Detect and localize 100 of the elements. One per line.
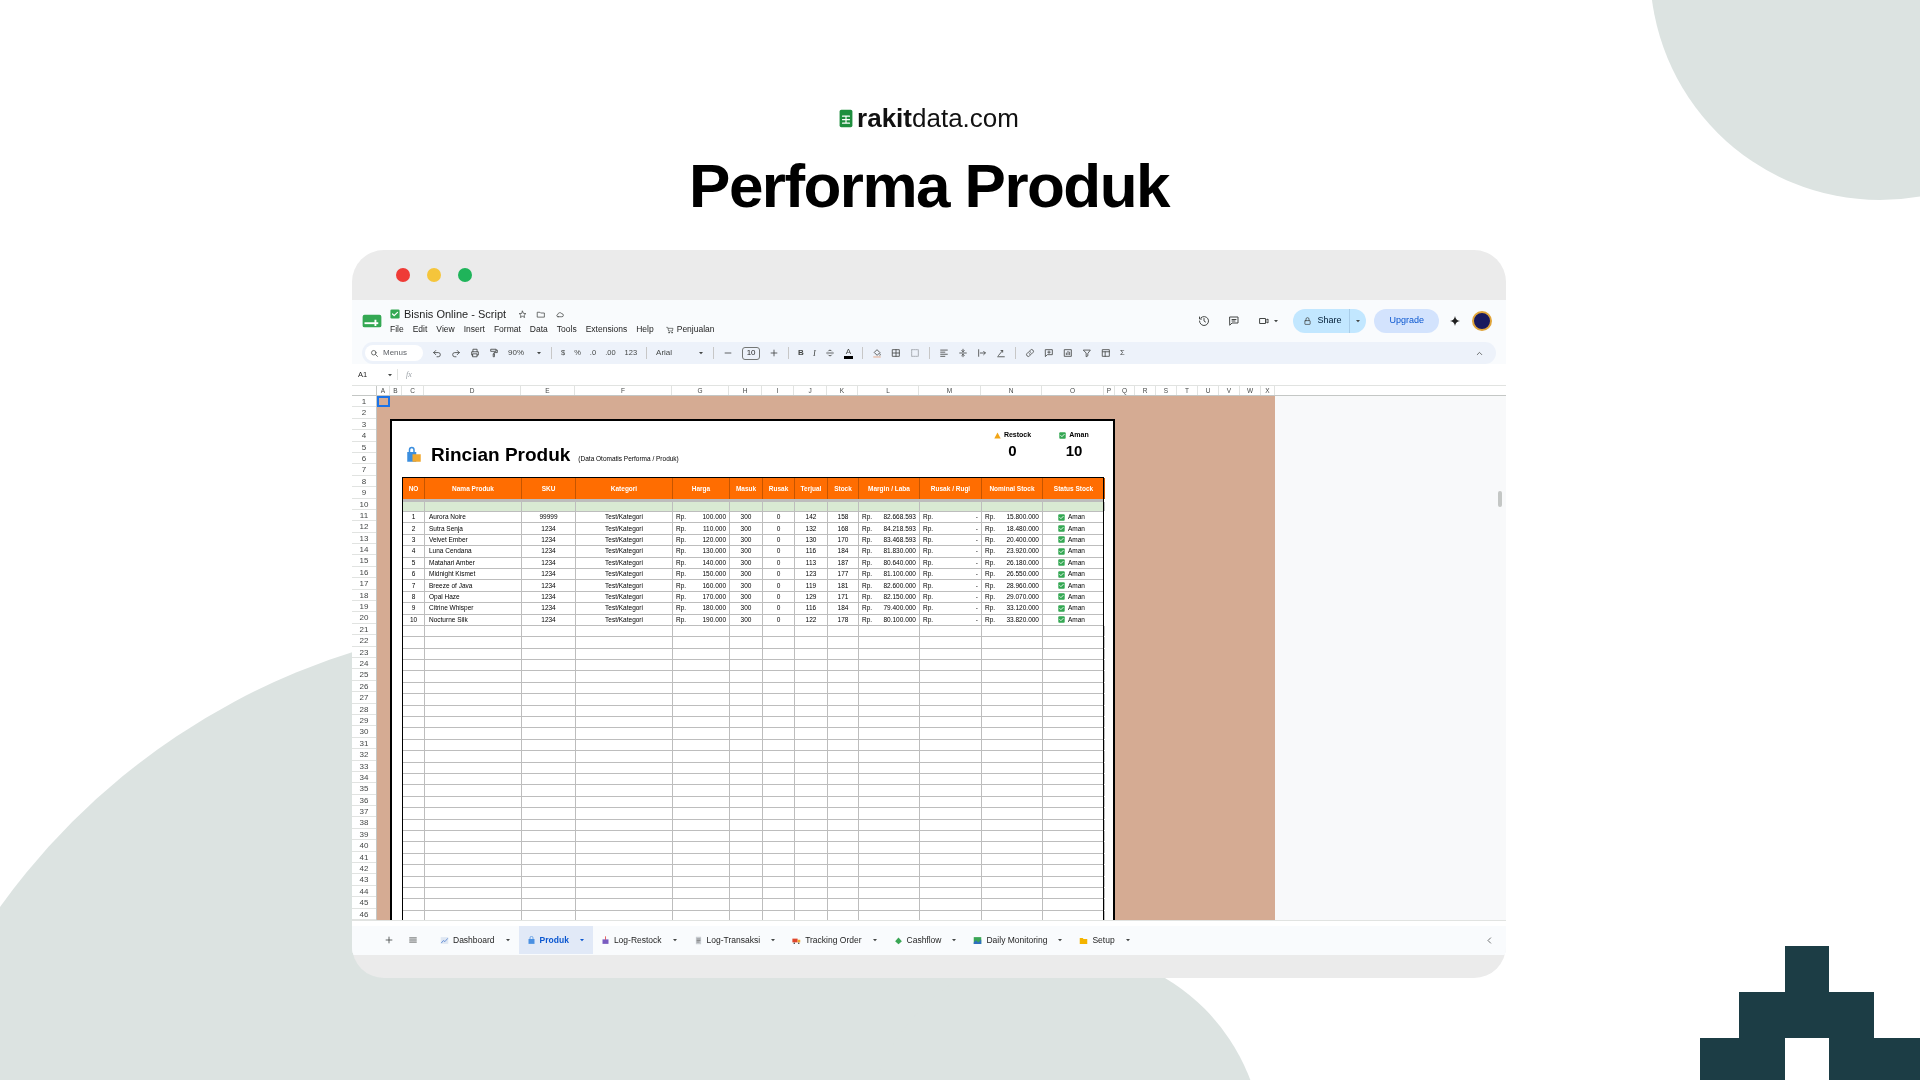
menu-search-field[interactable]: Menus bbox=[365, 345, 423, 361]
row-header[interactable]: 37 bbox=[352, 806, 376, 818]
sheet-tab[interactable]: Dashboard bbox=[432, 926, 519, 954]
row-header[interactable]: 41 bbox=[352, 851, 376, 863]
zoom-select[interactable]: 90% bbox=[508, 347, 542, 359]
row-header[interactable]: 22 bbox=[352, 635, 376, 647]
row-header[interactable]: 14 bbox=[352, 544, 376, 556]
row-header[interactable]: 11 bbox=[352, 509, 376, 522]
strikethrough-icon[interactable] bbox=[824, 348, 835, 358]
add-sheet-icon[interactable] bbox=[384, 935, 394, 945]
share-button[interactable]: Share bbox=[1293, 309, 1367, 333]
caret-icon[interactable] bbox=[1057, 937, 1064, 943]
row-header[interactable]: 42 bbox=[352, 863, 376, 875]
menu-item[interactable]: Penjualan bbox=[676, 323, 715, 337]
row-header[interactable]: 2 bbox=[352, 407, 376, 419]
sheet-tab[interactable]: Daily Monitoring bbox=[965, 926, 1072, 954]
row-header[interactable]: 17 bbox=[352, 578, 376, 590]
folder-icon[interactable] bbox=[536, 309, 547, 319]
row-header[interactable]: 24 bbox=[352, 658, 376, 670]
cell-selection[interactable] bbox=[377, 396, 390, 408]
row-header[interactable]: 43 bbox=[352, 874, 376, 886]
row-header[interactable]: 36 bbox=[352, 794, 376, 807]
row-header[interactable]: 38 bbox=[352, 817, 376, 829]
filter-icon[interactable] bbox=[1082, 348, 1093, 358]
text-color-button[interactable]: A bbox=[843, 347, 854, 359]
row-header[interactable]: 28 bbox=[352, 703, 376, 715]
row-header[interactable]: 4 bbox=[352, 430, 376, 442]
print-icon[interactable] bbox=[470, 348, 480, 358]
row-header[interactable]: 15 bbox=[352, 555, 376, 567]
sheet-tab[interactable]: Log-Transaksi bbox=[685, 926, 785, 954]
upgrade-button[interactable]: Upgrade bbox=[1374, 309, 1439, 333]
font-select[interactable]: Arial bbox=[656, 347, 705, 359]
row-header[interactable]: 18 bbox=[352, 589, 376, 602]
row-header[interactable]: 3 bbox=[352, 418, 376, 431]
plus-icon[interactable] bbox=[769, 348, 780, 358]
paint-roller-icon[interactable] bbox=[489, 348, 499, 358]
caret-icon[interactable] bbox=[387, 371, 393, 378]
checkbox-icon[interactable] bbox=[1058, 570, 1065, 578]
checkbox-icon[interactable] bbox=[1058, 616, 1065, 624]
row-header[interactable]: 33 bbox=[352, 760, 376, 772]
menu-item[interactable]: Data bbox=[529, 323, 548, 337]
document-title[interactable]: Bisnis Online - Script bbox=[404, 305, 507, 323]
row-header[interactable]: 39 bbox=[352, 828, 376, 841]
menu-icon[interactable] bbox=[408, 935, 418, 945]
link-icon[interactable] bbox=[1025, 348, 1036, 358]
sparkle-icon[interactable] bbox=[1449, 315, 1461, 327]
row-header[interactable]: 5 bbox=[352, 441, 376, 453]
comment-icon[interactable] bbox=[1228, 315, 1241, 327]
sheet-tab[interactable]: Produk bbox=[518, 926, 593, 954]
sheet-tab[interactable]: Log-Restock bbox=[592, 926, 686, 954]
vertical-align-icon[interactable] bbox=[958, 348, 969, 358]
menu-item[interactable]: Format bbox=[493, 323, 521, 337]
star-icon[interactable] bbox=[518, 309, 528, 319]
menu-item[interactable]: Help bbox=[636, 323, 654, 337]
row-header[interactable]: 29 bbox=[352, 714, 376, 727]
checkbox-icon[interactable] bbox=[1058, 604, 1065, 612]
row-header[interactable]: 9 bbox=[352, 487, 376, 499]
menu-item[interactable]: Extensions bbox=[585, 323, 628, 337]
menu-item[interactable]: Insert bbox=[463, 323, 485, 337]
row-header[interactable]: 34 bbox=[352, 771, 376, 784]
cloud-icon[interactable] bbox=[555, 309, 566, 319]
checkbox-icon[interactable] bbox=[1058, 536, 1065, 544]
row-header[interactable]: 40 bbox=[352, 840, 376, 852]
redo-icon[interactable] bbox=[451, 348, 461, 358]
row-header[interactable]: 45 bbox=[352, 897, 376, 909]
menu-item[interactable]: View bbox=[436, 323, 455, 337]
caret-icon[interactable] bbox=[1355, 318, 1362, 324]
caret-icon[interactable] bbox=[871, 937, 878, 943]
row-header[interactable]: 44 bbox=[352, 885, 376, 898]
caret-icon[interactable] bbox=[504, 937, 511, 943]
align-icon[interactable] bbox=[939, 348, 950, 358]
chart-icon[interactable] bbox=[1063, 348, 1074, 358]
menu-item[interactable]: File bbox=[390, 323, 404, 337]
row-header[interactable]: 23 bbox=[352, 646, 376, 658]
user-avatar[interactable] bbox=[1472, 311, 1492, 331]
row-header[interactable]: 16 bbox=[352, 566, 376, 579]
font-size-field[interactable]: 10 bbox=[742, 346, 761, 360]
bold-button[interactable]: B bbox=[798, 347, 804, 359]
row-header[interactable]: 19 bbox=[352, 601, 376, 613]
table-icon[interactable] bbox=[1101, 348, 1112, 358]
sheet-tab[interactable]: Setup bbox=[1071, 926, 1139, 954]
wrap-icon[interactable] bbox=[977, 348, 988, 358]
row-header[interactable]: 10 bbox=[352, 498, 376, 510]
row-header[interactable]: 8 bbox=[352, 475, 376, 488]
row-header[interactable]: 32 bbox=[352, 749, 376, 761]
video-camera-icon[interactable] bbox=[1258, 315, 1271, 327]
checkbox-icon[interactable] bbox=[1058, 593, 1065, 601]
checkbox-icon[interactable] bbox=[1058, 547, 1065, 555]
caret-icon[interactable] bbox=[951, 937, 958, 943]
rotate-icon[interactable] bbox=[996, 348, 1007, 358]
italic-button[interactable]: I bbox=[812, 346, 816, 360]
add-comment-icon[interactable] bbox=[1044, 348, 1055, 358]
checkbox-icon[interactable] bbox=[1058, 525, 1065, 533]
caret-icon[interactable] bbox=[1273, 318, 1280, 324]
row-header[interactable]: 7 bbox=[352, 464, 376, 476]
row-header[interactable]: 30 bbox=[352, 726, 376, 738]
caret-icon[interactable] bbox=[536, 350, 542, 356]
row-header[interactable]: 31 bbox=[352, 737, 376, 750]
caret-icon[interactable] bbox=[770, 937, 777, 943]
caret-icon[interactable] bbox=[578, 937, 585, 943]
